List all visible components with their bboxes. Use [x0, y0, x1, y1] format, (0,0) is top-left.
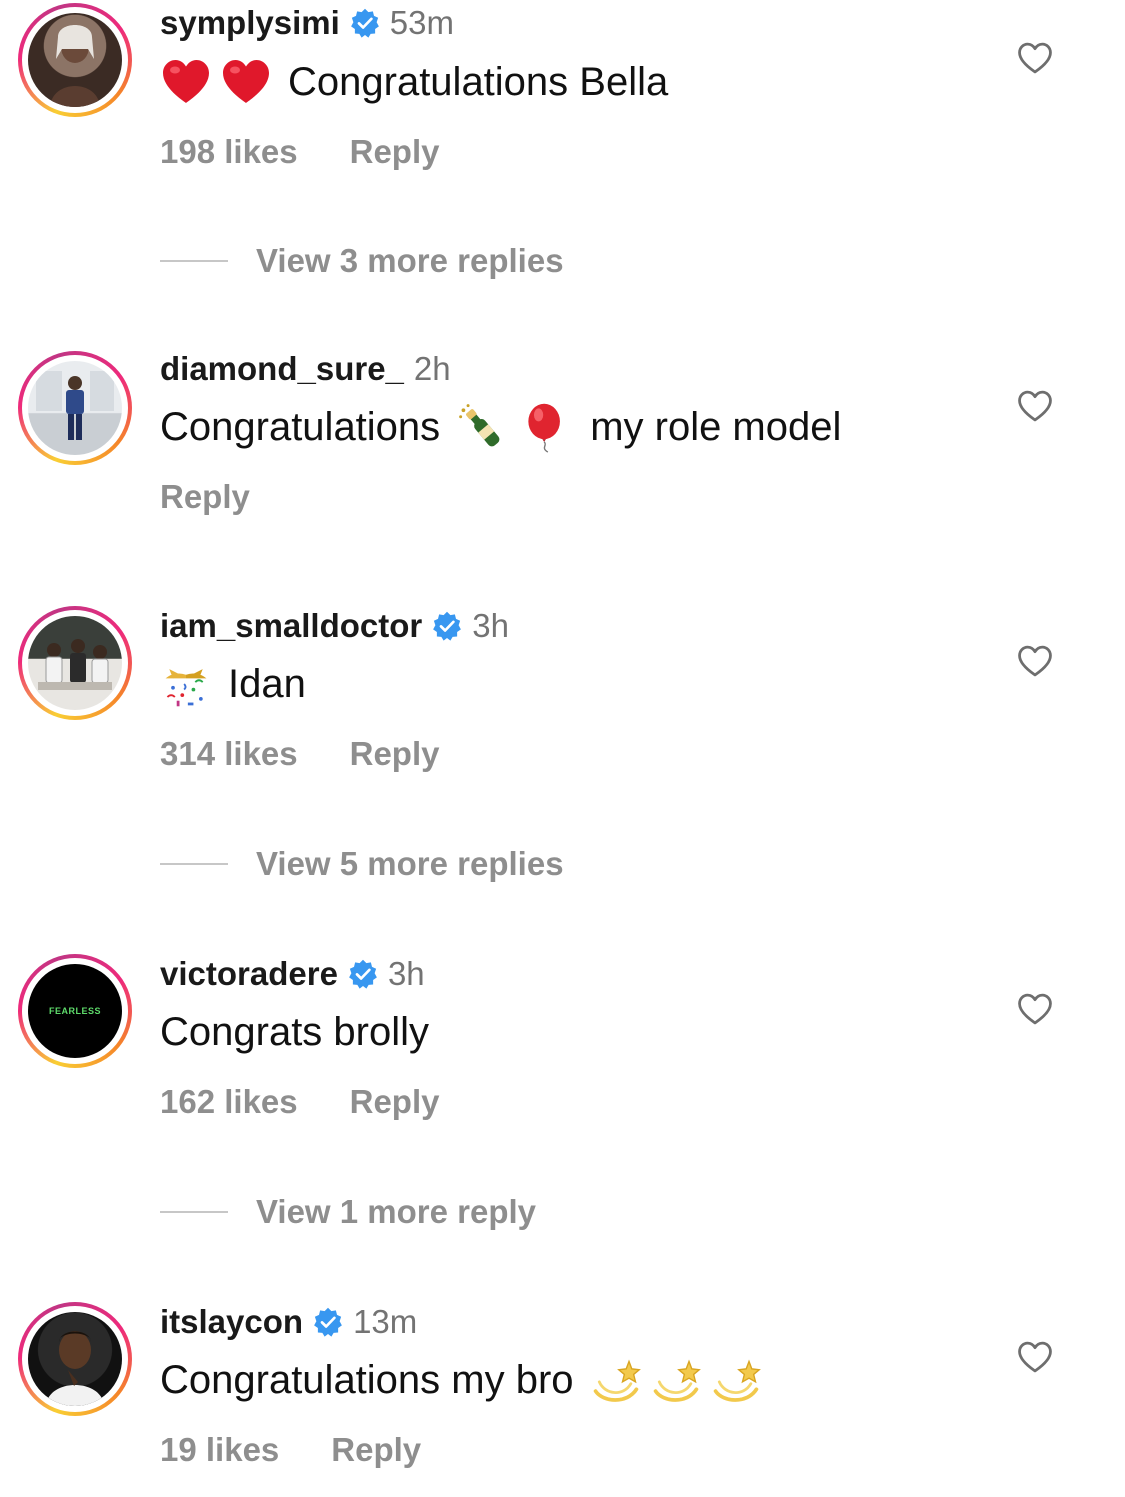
- avatar-image: [50, 25, 100, 107]
- story-ring[interactable]: [18, 1302, 132, 1416]
- likes-count[interactable]: 198 likes: [160, 133, 298, 171]
- view-replies-button[interactable]: View 3 more replies: [160, 241, 564, 281]
- timestamp: 13m: [353, 1303, 418, 1340]
- divider-line: [160, 863, 228, 865]
- username[interactable]: iam_smalldoctor: [160, 607, 422, 645]
- view-replies-label: View 5 more replies: [256, 845, 564, 882]
- comment-body: Idan: [228, 661, 306, 706]
- timestamp: 53m: [389, 4, 454, 41]
- verified-badge-icon: [432, 611, 462, 641]
- avatar[interactable]: [28, 616, 122, 710]
- verified-badge-icon: [348, 959, 378, 989]
- comment-text: Congratulations Bella: [160, 56, 668, 108]
- comment-body: Congratulations my bro: [160, 1357, 574, 1402]
- dizzy-icon: [650, 1354, 702, 1406]
- username[interactable]: symplysimi: [160, 4, 340, 42]
- view-replies-label: View 3 more replies: [256, 242, 564, 279]
- reply-button[interactable]: Reply: [350, 735, 440, 773]
- verified-badge-icon: [313, 1307, 343, 1337]
- reply-button[interactable]: Reply: [331, 1431, 421, 1469]
- dizzy-icon: [590, 1354, 642, 1406]
- comment-body-start: Congratulations: [160, 404, 441, 449]
- comment-text: Congrats brolly: [160, 1006, 429, 1058]
- champagne-icon: [456, 401, 508, 453]
- avatar-fearless-text: FEARLESS: [48, 1006, 101, 1016]
- confetti-ball-icon: [160, 658, 212, 710]
- likes-count[interactable]: 314 likes: [160, 735, 298, 773]
- reply-button[interactable]: Reply: [160, 478, 250, 516]
- likes-count[interactable]: 19 likes: [160, 1431, 279, 1469]
- username[interactable]: itslaycon: [160, 1303, 303, 1341]
- username[interactable]: victoradere: [160, 955, 338, 993]
- story-ring[interactable]: [18, 3, 132, 117]
- timestamp: 3h: [387, 955, 425, 992]
- view-replies-button[interactable]: View 5 more replies: [160, 844, 564, 884]
- timestamp: 2h: [413, 350, 451, 387]
- avatar-image: [36, 371, 114, 440]
- avatar[interactable]: [28, 13, 122, 107]
- timestamp: 3h: [472, 607, 509, 644]
- divider-line: [160, 260, 228, 262]
- avatar-image: [38, 639, 112, 690]
- comment-body-end: my role model: [590, 404, 842, 449]
- like-heart-icon[interactable]: [1016, 644, 1054, 678]
- comment-text: Congratulations my bro: [160, 1354, 770, 1406]
- like-heart-icon[interactable]: [1016, 992, 1054, 1026]
- reply-button[interactable]: Reply: [350, 133, 440, 171]
- reply-button[interactable]: Reply: [350, 1083, 440, 1121]
- comment-body: Congrats brolly: [160, 1009, 430, 1054]
- view-replies-label: View 1 more reply: [256, 1193, 537, 1230]
- divider-line: [160, 1211, 228, 1213]
- comment-text: Congratulations my role model: [160, 401, 841, 453]
- red-heart-icon: [160, 56, 212, 108]
- verified-badge-icon: [350, 8, 380, 38]
- avatar[interactable]: [28, 1312, 122, 1406]
- like-heart-icon[interactable]: [1016, 41, 1054, 75]
- dizzy-icon: [710, 1354, 762, 1406]
- like-heart-icon[interactable]: [1016, 389, 1054, 423]
- story-ring[interactable]: [18, 351, 132, 465]
- comment-text: Idan: [160, 658, 306, 710]
- avatar[interactable]: FEARLESS: [28, 964, 122, 1058]
- like-heart-icon[interactable]: [1016, 1340, 1054, 1374]
- story-ring[interactable]: FEARLESS: [18, 954, 132, 1068]
- story-ring[interactable]: [18, 606, 132, 720]
- avatar[interactable]: [28, 361, 122, 455]
- avatar-image: [46, 1331, 104, 1406]
- balloon-icon: [520, 401, 572, 453]
- view-replies-button[interactable]: View 1 more reply: [160, 1192, 536, 1232]
- likes-count[interactable]: 162 likes: [160, 1083, 298, 1121]
- comment-body: Congratulations Bella: [288, 59, 669, 104]
- red-heart-icon: [220, 56, 272, 108]
- username[interactable]: diamond_sure_: [160, 350, 404, 388]
